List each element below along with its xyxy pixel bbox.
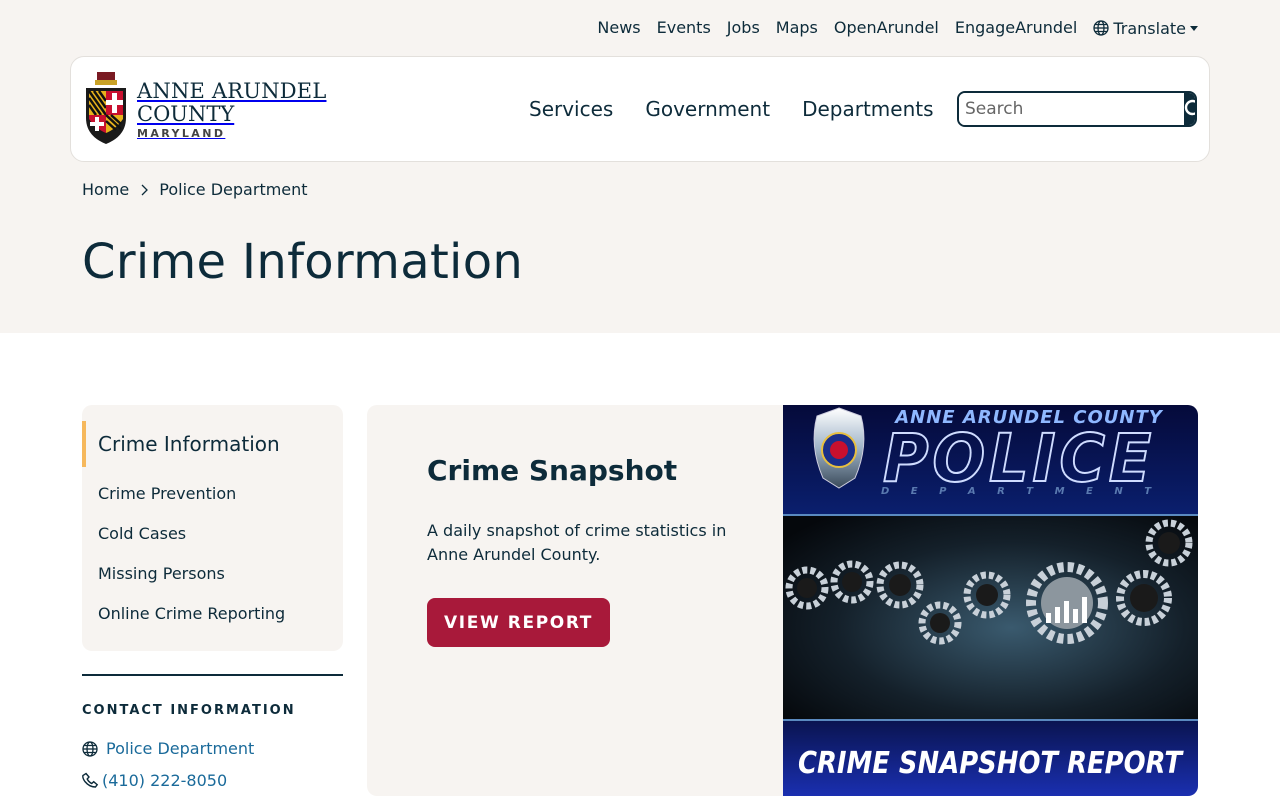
logo-line-2: COUNTY — [137, 101, 235, 126]
sidenav-list: Crime Prevention Cold Cases Missing Pers… — [98, 483, 285, 643]
logo-line-3: MARYLAND — [137, 126, 226, 140]
county-seal-icon — [86, 72, 126, 144]
contact-website-link[interactable]: Police Department — [106, 739, 254, 758]
crime-snapshot-card: Crime Snapshot A daily snapshot of crime… — [367, 405, 1198, 796]
globe-icon — [1093, 20, 1109, 36]
search-button[interactable] — [1184, 93, 1195, 125]
sidenav-item-missing-persons[interactable]: Missing Persons — [98, 564, 225, 583]
list-item: Crime Prevention — [98, 483, 285, 523]
contact-phone: (410) 222-8050 — [82, 771, 227, 790]
translate-dropdown[interactable]: Translate — [1093, 19, 1198, 38]
utility-link-news[interactable]: News — [597, 17, 640, 39]
sidenav-item-online-crime-reporting[interactable]: Online Crime Reporting — [98, 604, 285, 623]
image-caption-text: CRIME SNAPSHOT REPORT — [798, 746, 1184, 781]
page-title: Crime Information — [82, 234, 524, 290]
utility-link-jobs[interactable]: Jobs — [727, 17, 760, 39]
contact-website: Police Department — [82, 739, 254, 758]
search-box — [957, 91, 1197, 127]
list-item: Cold Cases — [98, 523, 285, 563]
main-nav-government[interactable]: Government — [645, 97, 770, 121]
card-title: Crime Snapshot — [427, 454, 678, 487]
card-description: A daily snapshot of crime statistics in … — [427, 521, 727, 564]
divider — [82, 674, 343, 676]
logo-wordmark: ANNE ARUNDEL COUNTY MARYLAND — [137, 79, 326, 140]
list-item: Online Crime Reporting — [98, 603, 285, 643]
breadcrumb-home[interactable]: Home — [82, 180, 129, 199]
utility-nav: News Events Jobs Maps OpenArundel Engage… — [581, 17, 1198, 39]
breadcrumb-police-department[interactable]: Police Department — [159, 180, 307, 199]
main-nav: Services Government Departments — [529, 97, 966, 121]
contact-heading: CONTACT INFORMATION — [82, 703, 296, 718]
logo-line-1: ANNE ARUNDEL — [137, 78, 327, 103]
phone-icon — [82, 772, 99, 788]
list-item: Missing Persons — [98, 563, 285, 603]
utility-link-events[interactable]: Events — [657, 17, 711, 39]
breadcrumb: Home Police Department — [82, 180, 308, 199]
sidenav-item-cold-cases[interactable]: Cold Cases — [98, 524, 186, 543]
utility-link-engagearundel[interactable]: EngageArundel — [955, 17, 1077, 39]
section-sidenav: Crime Information Crime Prevention Cold … — [82, 405, 343, 651]
sidenav-current-item[interactable]: Crime Information — [82, 421, 280, 467]
chevron-right-icon — [141, 184, 149, 195]
site-header: ANNE ARUNDEL COUNTY MARYLAND Services Go… — [70, 56, 1210, 162]
crime-snapshot-report-image[interactable]: ANNE ARUNDEL COUNTY POLICE D E P A R T M… — [783, 405, 1198, 796]
main-nav-departments[interactable]: Departments — [802, 97, 933, 121]
county-logo[interactable]: ANNE ARUNDEL COUNTY MARYLAND — [83, 70, 326, 148]
image-department-text: D E P A R T M E N T — [881, 486, 1160, 497]
caret-down-icon — [1190, 25, 1198, 31]
view-report-button[interactable]: VIEW REPORT — [427, 598, 610, 647]
utility-link-openarundel[interactable]: OpenArundel — [834, 17, 939, 39]
sidenav-item-crime-prevention[interactable]: Crime Prevention — [98, 484, 236, 503]
search-input[interactable] — [959, 93, 1184, 125]
main-nav-services[interactable]: Services — [529, 97, 613, 121]
utility-link-maps[interactable]: Maps — [776, 17, 818, 39]
translate-label: Translate — [1113, 18, 1186, 38]
search-icon — [1184, 99, 1195, 116]
contact-phone-link[interactable]: (410) 222-8050 — [102, 771, 227, 790]
globe-icon — [82, 740, 98, 757]
